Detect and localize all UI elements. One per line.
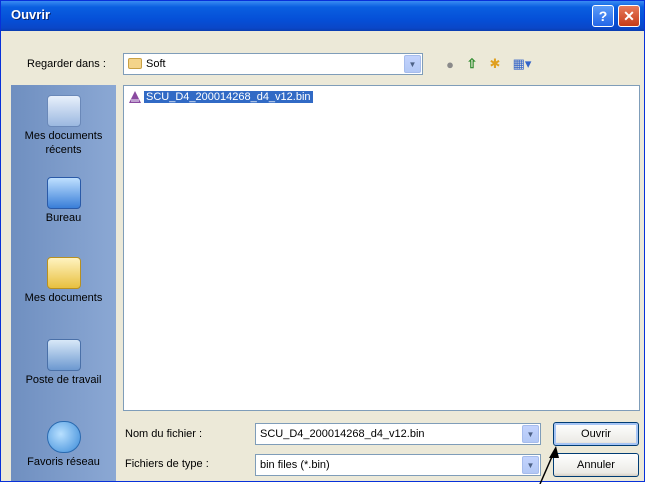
chevron-down-icon[interactable]: ▼ xyxy=(522,425,539,443)
place-my-computer[interactable]: Poste de travail xyxy=(11,339,116,387)
chevron-down-icon[interactable]: ▼ xyxy=(522,456,539,474)
view-menu-icon[interactable]: ▦▾ xyxy=(509,56,535,72)
place-label: Poste de travail xyxy=(25,374,102,386)
desktop-icon xyxy=(46,177,81,209)
cancel-button[interactable]: Annuler xyxy=(553,453,639,477)
filename-label: Nom du fichier : xyxy=(125,428,203,440)
filetype-label: Fichiers de type : xyxy=(125,458,209,470)
place-recent-documents[interactable]: Mes documents récents xyxy=(11,95,116,157)
open-button[interactable]: Ouvrir xyxy=(553,422,639,446)
lookin-label: Regarder dans : xyxy=(27,58,106,70)
place-desktop[interactable]: Bureau xyxy=(11,177,116,225)
lookin-value: Soft xyxy=(146,58,166,70)
open-dialog: Ouvrir ? ✕ Regarder dans : Soft ▼ ● ⇧ ✱ … xyxy=(0,0,645,482)
recent-documents-icon xyxy=(46,95,81,127)
up-folder-icon[interactable]: ⇧ xyxy=(463,56,481,72)
title-bar[interactable]: Ouvrir ? ✕ xyxy=(1,1,644,31)
close-button[interactable]: ✕ xyxy=(618,5,640,27)
place-label: Mes documents xyxy=(24,292,103,304)
place-label: Bureau xyxy=(45,212,82,224)
file-icon xyxy=(129,91,141,103)
places-bar: Mes documents récents Bureau Mes documen… xyxy=(11,85,116,481)
place-label: Mes documents récents xyxy=(24,130,103,156)
place-my-documents[interactable]: Mes documents xyxy=(11,257,116,305)
filetype-dropdown[interactable]: bin files (*.bin) ▼ xyxy=(255,454,541,476)
help-button[interactable]: ? xyxy=(592,5,614,27)
filename-field[interactable]: SCU_D4_200014268_d4_v12.bin ▼ xyxy=(255,423,541,445)
file-list[interactable]: SCU_D4_200014268_d4_v12.bin xyxy=(123,85,640,411)
new-folder-icon[interactable]: ✱ xyxy=(486,56,504,72)
list-item[interactable]: SCU_D4_200014268_d4_v12.bin xyxy=(129,91,313,103)
chevron-down-icon[interactable]: ▼ xyxy=(404,55,421,73)
network-places-icon xyxy=(46,421,81,453)
file-name: SCU_D4_200014268_d4_v12.bin xyxy=(144,91,313,103)
filename-value: SCU_D4_200014268_d4_v12.bin xyxy=(260,428,425,440)
folder-icon xyxy=(128,58,142,69)
filetype-value: bin files (*.bin) xyxy=(260,459,330,471)
dialog-title: Ouvrir xyxy=(11,7,51,22)
lookin-dropdown[interactable]: Soft ▼ xyxy=(123,53,423,75)
my-documents-icon xyxy=(46,257,81,289)
my-computer-icon xyxy=(46,339,81,371)
back-icon[interactable]: ● xyxy=(441,56,459,72)
place-network[interactable]: Favoris réseau xyxy=(11,421,116,469)
place-label: Favoris réseau xyxy=(27,456,100,468)
